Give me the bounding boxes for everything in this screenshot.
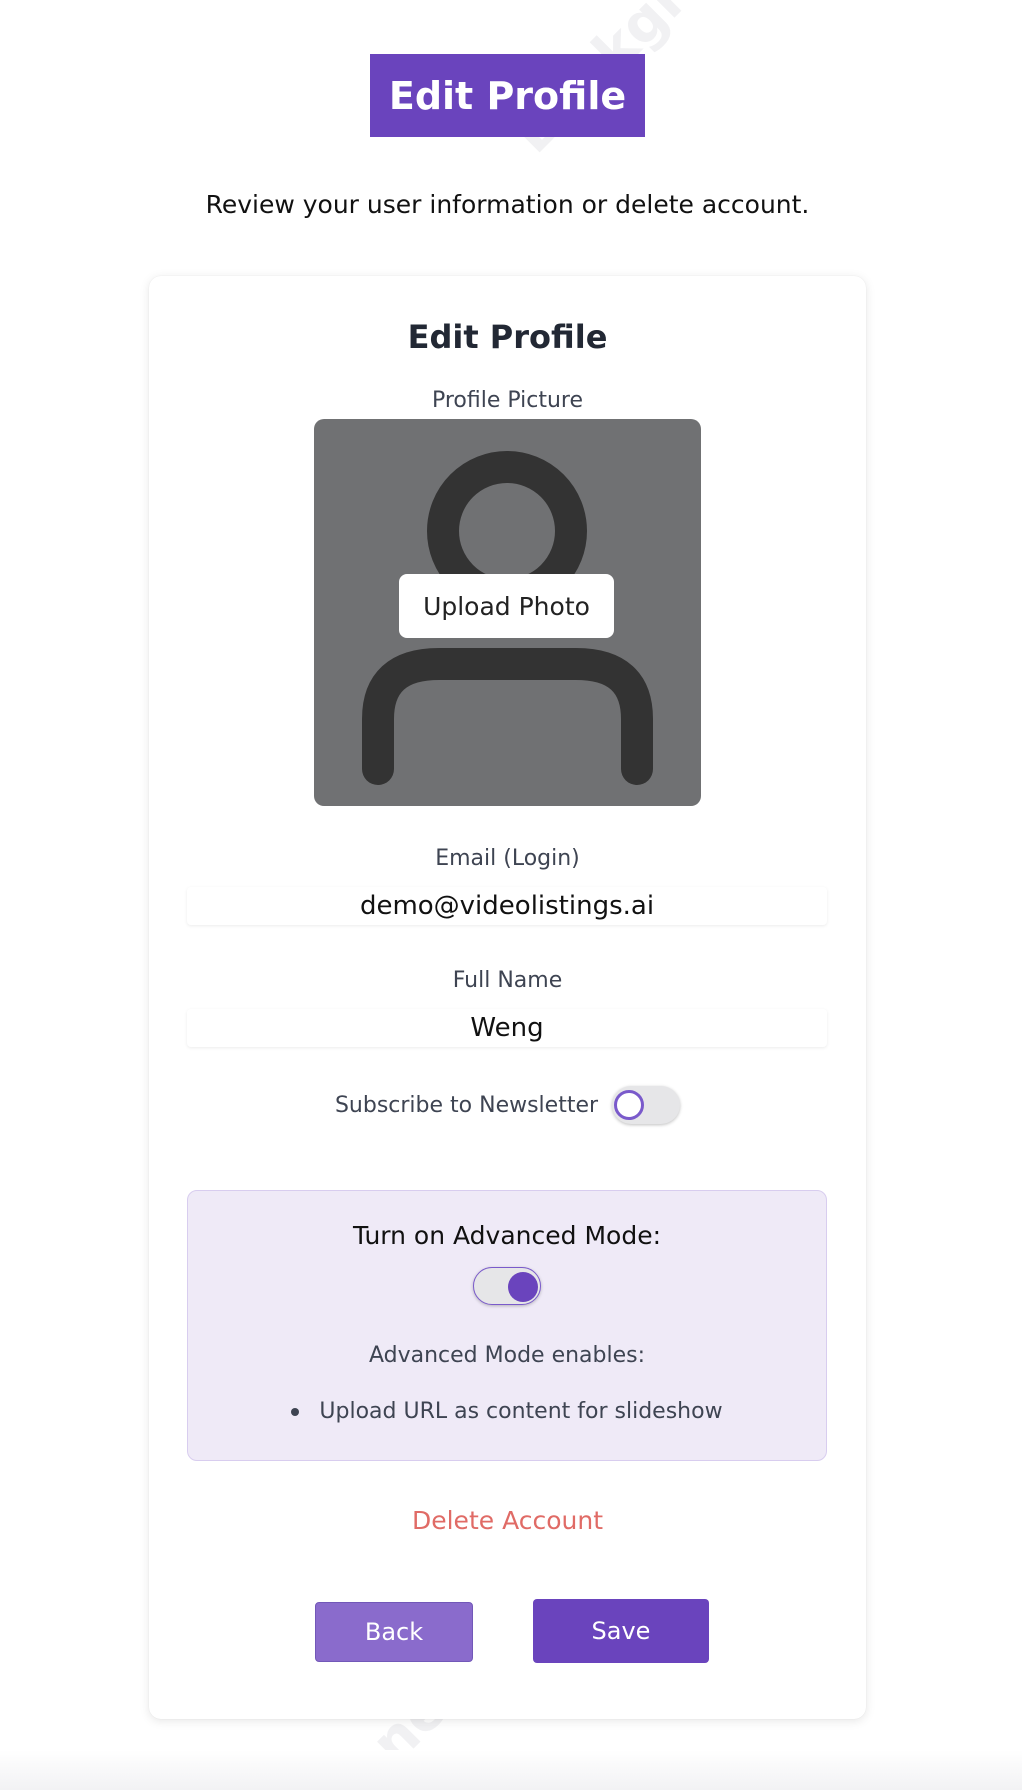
page-subtitle: Review your user information or delete a… xyxy=(205,190,810,219)
email-field[interactable] xyxy=(187,887,827,925)
feature-text: Upload URL as content for slideshow xyxy=(319,1399,723,1424)
delete-account-link[interactable]: Delete Account xyxy=(149,1506,866,1535)
newsletter-row: Subscribe to Newsletter xyxy=(149,1086,866,1124)
advanced-enables-label: Advanced Mode enables: xyxy=(368,1343,646,1368)
full-name-field[interactable] xyxy=(187,1009,827,1047)
upload-photo-button[interactable]: Upload Photo xyxy=(399,574,614,638)
advanced-mode-title: Turn on Advanced Mode: xyxy=(352,1221,661,1250)
toggle-knob xyxy=(508,1272,538,1302)
advanced-toggle-wrap xyxy=(188,1267,826,1305)
email-label: Email (Login) xyxy=(435,846,580,871)
profile-picture[interactable]: Upload Photo xyxy=(314,419,701,806)
list-item: Upload URL as content for slideshow xyxy=(291,1399,723,1424)
advanced-mode-panel: Turn on Advanced Mode: Advanced Mode ena… xyxy=(187,1190,827,1461)
bullet-icon xyxy=(291,1407,300,1416)
save-button[interactable]: Save xyxy=(533,1599,709,1663)
card-title: Edit Profile xyxy=(407,318,608,356)
back-button[interactable]: Back xyxy=(315,1602,473,1662)
newsletter-label: Subscribe to Newsletter xyxy=(334,1092,599,1118)
full-name-label: Full Name xyxy=(452,968,563,993)
advanced-feature-list: Upload URL as content for slideshow xyxy=(188,1399,826,1424)
edit-profile-card: Edit Profile Profile Picture Upload Phot… xyxy=(149,276,866,1719)
newsletter-toggle[interactable] xyxy=(612,1086,681,1124)
page-title: Edit Profile xyxy=(370,54,645,137)
page: Background Generated Edit Profile Review… xyxy=(0,0,1022,1790)
page-bottom-fade xyxy=(0,1750,1022,1790)
toggle-knob xyxy=(614,1090,645,1120)
profile-picture-label: Profile Picture xyxy=(431,388,584,413)
advanced-mode-toggle[interactable] xyxy=(473,1267,541,1305)
